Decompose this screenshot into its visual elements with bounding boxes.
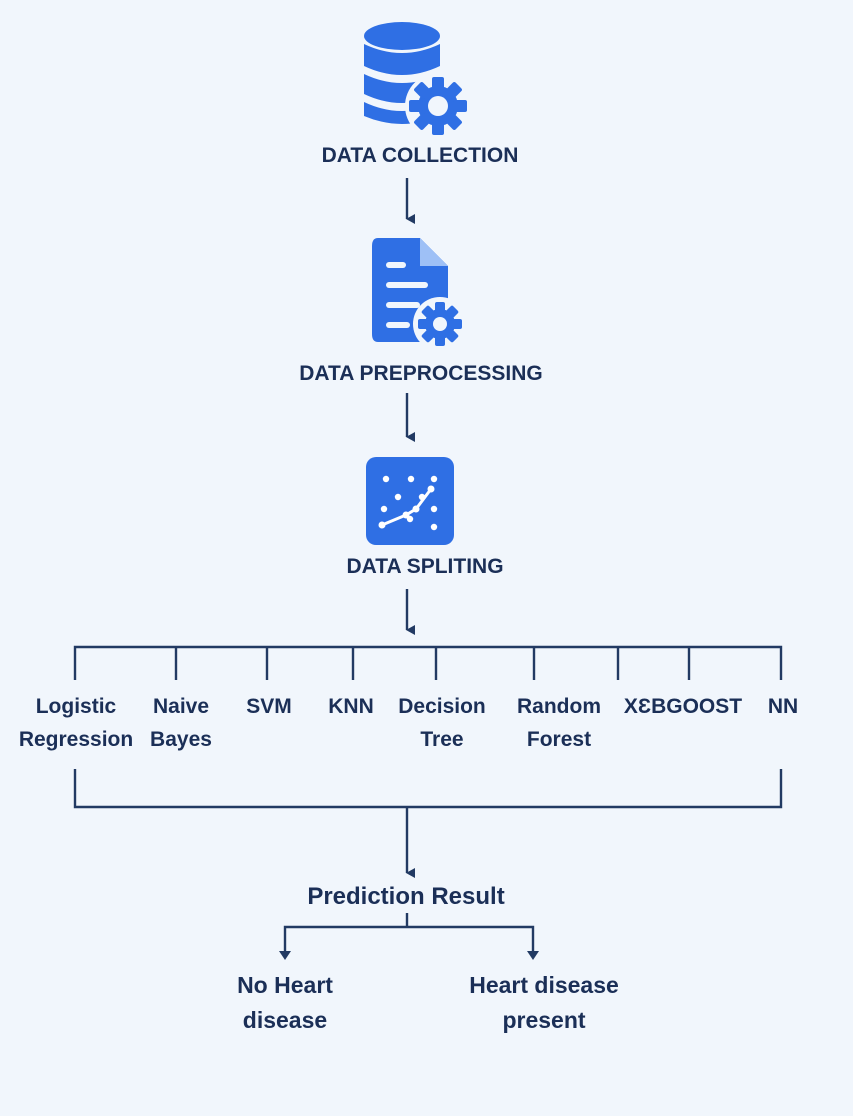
model-label-knn: KNN [328, 695, 374, 718]
model-label-logistic-regression: Logistic Regression [18, 695, 134, 751]
model-label-decision-tree: Decision Tree [398, 695, 486, 751]
stage-label-data-splitting: DATA SPLITING [346, 555, 504, 578]
model-label-xgboost: XԐBGOOST [623, 695, 743, 718]
model-label-random-forest: Random Forest [517, 695, 601, 751]
outcome-heart-disease-present: Heart disease present [469, 972, 619, 1033]
flowchart: DATA COLLECTION DATA PREPROCESSING DATA … [0, 0, 853, 1116]
database-gear-icon [364, 22, 471, 139]
stage-label-data-collection: DATA COLLECTION [321, 144, 519, 167]
model-label-nn: NN [767, 695, 799, 718]
scatter-chart-icon [366, 457, 454, 545]
model-label-naive-bayes: Naive Bayes [150, 695, 212, 751]
model-bottom-bracket [73, 769, 783, 809]
outcome-no-heart-disease: No Heart disease [237, 972, 333, 1033]
document-gear-icon [372, 238, 467, 350]
stage-label-data-preprocessing: DATA PREPROCESSING [299, 362, 543, 385]
result-split-lines [283, 913, 535, 955]
prediction-result-label: Prediction Result [307, 883, 505, 910]
model-top-bracket [73, 645, 783, 680]
model-label-svm: SVM [246, 695, 292, 718]
